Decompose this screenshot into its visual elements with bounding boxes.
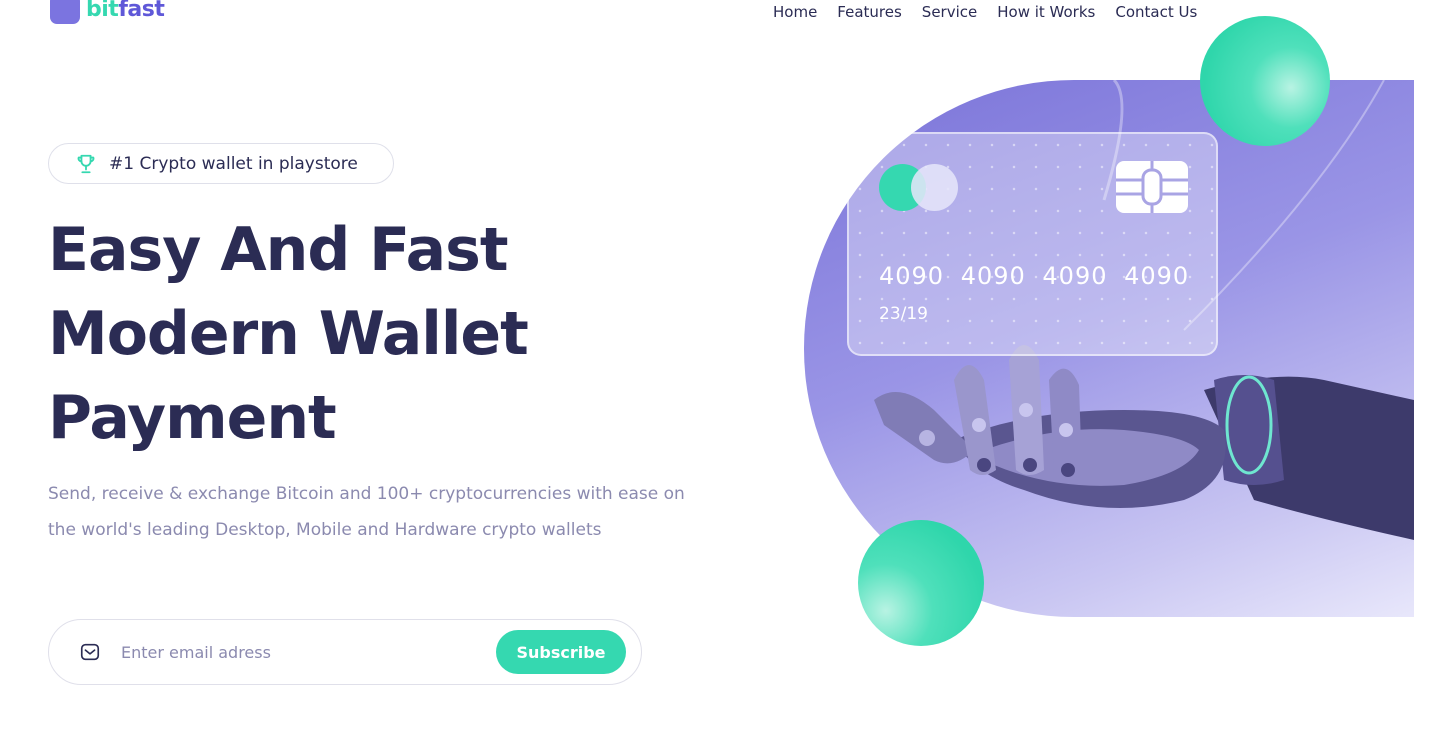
brand-name-part1: bit: [86, 0, 119, 22]
landing-page: bitfast Home Features Service How it Wor…: [0, 0, 1449, 752]
brand-logo[interactable]: bitfast: [50, 0, 165, 24]
brand-name: bitfast: [86, 0, 165, 22]
headline-line-2: Modern Wallet: [48, 299, 529, 369]
card-brand-circle-icon-2: [911, 164, 958, 211]
wallet-icon: [50, 0, 80, 24]
subscribe-form: Subscribe: [48, 619, 642, 685]
card-number: 4090 4090 4090 4090: [879, 262, 1190, 290]
email-input[interactable]: [119, 641, 496, 663]
hero-description: Send, receive & exchange Bitcoin and 100…: [48, 484, 685, 540]
nav-features[interactable]: Features: [837, 3, 902, 21]
brand-name-part2: fast: [118, 0, 165, 22]
card-expiry: 23/19: [879, 304, 928, 324]
decorative-sphere-top: [1200, 16, 1330, 146]
hero-headline: Easy And Fast Modern Wallet Payment: [48, 208, 529, 460]
credit-card: 4090 4090 4090 4090 23/19: [847, 132, 1218, 356]
nav-service[interactable]: Service: [922, 3, 977, 21]
headline-line-1: Easy And Fast: [48, 215, 509, 285]
badge-text: #1 Crypto wallet in playstore: [109, 153, 358, 174]
decorative-sphere-bottom: [858, 520, 984, 646]
nav-home[interactable]: Home: [773, 3, 817, 21]
main-nav: Home Features Service How it Works Conta…: [773, 3, 1197, 21]
nav-how-it-works[interactable]: How it Works: [997, 3, 1095, 21]
ranking-badge: #1 Crypto wallet in playstore: [48, 143, 394, 184]
card-chip-icon: [1116, 161, 1188, 213]
trophy-icon: [77, 154, 95, 173]
headline-line-3: Payment: [48, 383, 337, 453]
subscribe-button[interactable]: Subscribe: [496, 630, 626, 674]
mail-icon: [80, 643, 100, 661]
nav-contact-us[interactable]: Contact Us: [1115, 3, 1197, 21]
